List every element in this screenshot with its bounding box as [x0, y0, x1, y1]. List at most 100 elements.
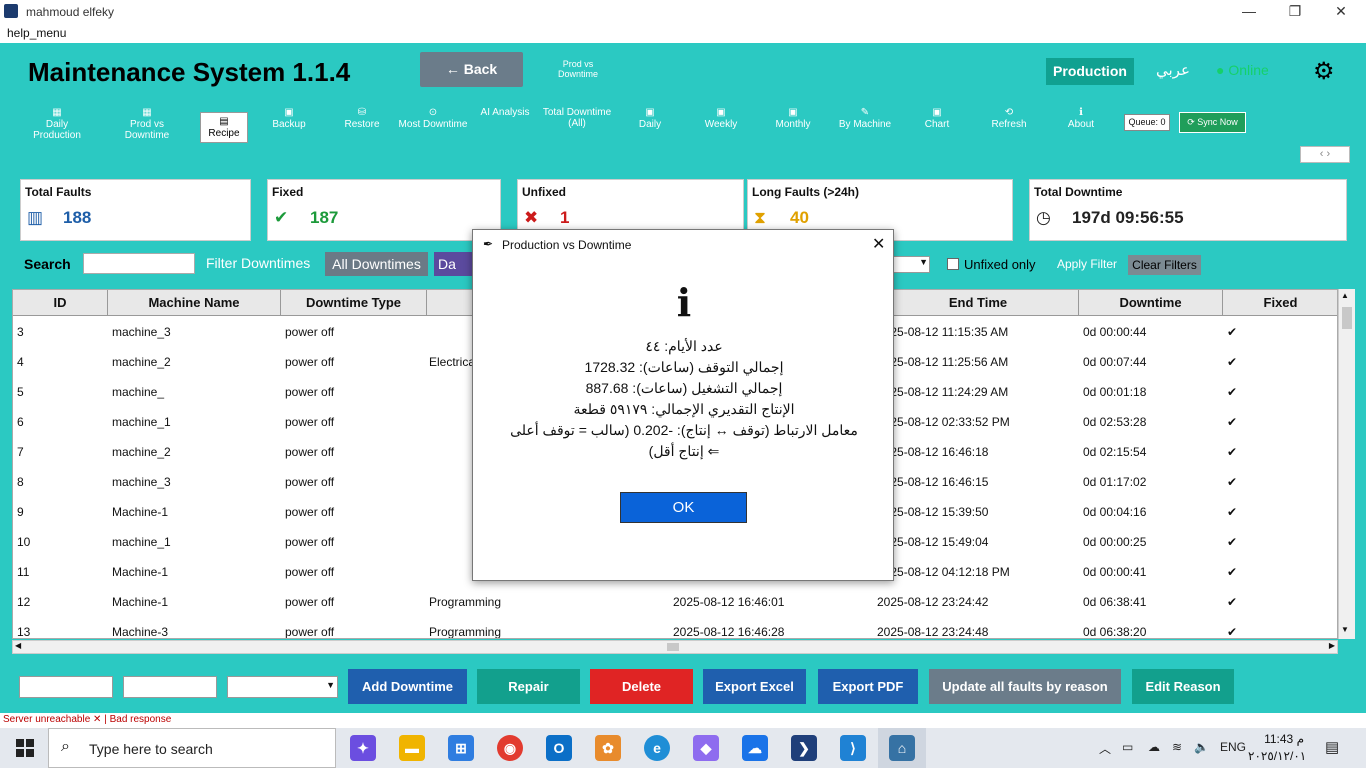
restore-button[interactable]: ❐ [1272, 0, 1318, 24]
table-cell: power off [285, 475, 335, 489]
vertical-scrollbar[interactable]: ▲ ▼ [1338, 289, 1355, 639]
production-button[interactable]: Production [1046, 58, 1134, 85]
table-cell: 0d 00:07:44 [1083, 355, 1147, 369]
toolbar-about[interactable]: ℹ About [1046, 107, 1116, 130]
notification-icon[interactable]: ▤ [1325, 738, 1339, 756]
table-cell: Programming [429, 595, 502, 609]
vscode-icon[interactable]: ⟩ [840, 735, 866, 761]
search-input[interactable] [83, 253, 195, 274]
outlook-icon[interactable]: O [546, 735, 572, 761]
toolbar-refresh[interactable]: ⟲ Refresh [974, 107, 1044, 130]
table-cell: machine_3 [112, 475, 171, 489]
delete-button[interactable]: Delete [590, 669, 693, 704]
unfixed-only-checkbox[interactable] [947, 258, 959, 270]
toolbar-most-downtime[interactable]: ⊙ Most Downtime [398, 107, 468, 130]
table-header[interactable]: Fixed [1223, 290, 1337, 316]
battery-icon[interactable]: ▭ [1122, 740, 1133, 754]
back-button[interactable]: ← Back [420, 52, 523, 87]
volume-icon[interactable]: 🔈 [1194, 740, 1209, 754]
table-header[interactable]: Machine Name [108, 290, 281, 316]
table-cell: 0d 00:01:18 [1083, 385, 1147, 399]
table-cell: 2025-08-12 23:24:42 [877, 595, 989, 609]
copilot-app-icon[interactable]: ◆ [693, 735, 719, 761]
dialog-close-button[interactable]: ✕ [872, 234, 885, 254]
minimize-button[interactable]: — [1226, 0, 1272, 24]
sync-now-button[interactable]: ⟳ Sync Now [1179, 112, 1246, 133]
wifi-icon[interactable]: ≋ [1172, 740, 1182, 754]
dialog-line: معامل الارتباط (توقف ↔ إنتاج): -0.202 (س… [510, 422, 858, 438]
language-toggle[interactable]: عربي [1156, 61, 1190, 79]
clock-date: ٢٠٢٥/١٢/٠١ [1248, 749, 1307, 763]
stat-card-label: Fixed [272, 185, 304, 199]
table-cell: 7 [17, 445, 24, 459]
toolbar-chart[interactable]: ▣ Chart [902, 107, 972, 130]
toolbar-restore[interactable]: ⛁ Restore [327, 107, 397, 130]
ok-button[interactable]: OK [620, 492, 747, 523]
horizontal-scrollbar[interactable]: ◀ ▶ [12, 640, 1338, 654]
table-header[interactable]: End Time [878, 290, 1079, 316]
add-downtime-button[interactable]: Add Downtime [348, 669, 467, 704]
toolbar-item-icon: ✎ [860, 107, 870, 118]
python-app-active[interactable]: ⌂ [878, 728, 926, 768]
table-header[interactable]: Downtime Type [281, 290, 427, 316]
input-field-2[interactable] [123, 676, 217, 698]
nav-arrows[interactable]: ‹ › [1300, 146, 1350, 163]
table-header[interactable]: ID [13, 290, 108, 316]
window-titlebar: mahmoud elfeky — ❐ ✕ [0, 0, 1366, 24]
app-title: Maintenance System 1.1.4 [28, 57, 351, 87]
export-pdf-button[interactable]: Export PDF [818, 669, 918, 704]
toolbar-prod-vs-downtime[interactable]: ▦ Prod vs Downtime [112, 107, 182, 141]
language-indicator[interactable]: ENG [1220, 740, 1246, 754]
table-row[interactable]: 13 Machine-3 power off Programming 2025-08-1… [13, 617, 1337, 639]
toolbar-recipe[interactable]: ▤ Recipe [200, 112, 248, 143]
taskbar-search[interactable]: ⌕ Type here to search [48, 728, 336, 768]
date-filter-button[interactable]: Da [434, 252, 474, 276]
toolbar-daily-production[interactable]: ▦ Daily Production [22, 107, 92, 141]
update-all-faults-by-reason-button[interactable]: Update all faults by reason [929, 669, 1121, 704]
toolbar-item-label: Prod vs Downtime [124, 119, 170, 141]
photos-icon[interactable]: ✿ [595, 735, 621, 761]
clock-time: 11:43 م [1264, 732, 1304, 746]
toolbar-backup[interactable]: ▣ Backup [254, 107, 324, 130]
toolbar-item-icon: ℹ [1079, 107, 1083, 118]
stat-card-icon: ✔ [274, 208, 289, 227]
edge-icon[interactable]: e [644, 735, 670, 761]
cloud-icon[interactable]: ☁ [1148, 740, 1160, 754]
dropdown-field[interactable]: ▼ [227, 676, 338, 698]
toolbar-monthly[interactable]: ▣ Monthly [758, 107, 828, 130]
toolbar-by-machine[interactable]: ✎ By Machine [830, 107, 900, 130]
filter-dropdown[interactable]: ▼ [890, 256, 930, 273]
toolbar-item-icon: ▣ [932, 107, 942, 118]
input-field-1[interactable] [19, 676, 113, 698]
file-explorer-icon[interactable]: ▬ [399, 735, 425, 761]
repair-button[interactable]: Repair [477, 669, 580, 704]
all-downtimes-button[interactable]: All Downtimes [325, 252, 428, 276]
prod-vs-downtime-link[interactable]: Prod vs Downtime [550, 59, 606, 79]
toolbar-weekly[interactable]: ▣ Weekly [686, 107, 756, 130]
toolbar-item-icon: ⊙ [428, 107, 438, 118]
table-header[interactable]: Downtime [1079, 290, 1223, 316]
stat-card: Total Faults ▥ 188 [20, 179, 251, 241]
close-button[interactable]: ✕ [1318, 0, 1364, 24]
table-row[interactable]: 12 Machine-1 power off Programming 2025-08-1… [13, 587, 1337, 617]
toolbar-ai-analysis[interactable]: AI Analysis [470, 107, 540, 118]
app-icon-2[interactable]: ☁ [742, 735, 768, 761]
gear-icon[interactable]: ⚙ [1313, 57, 1335, 86]
table-cell: 2025-08-12 23:24:48 [877, 625, 989, 639]
table-cell: ✔ [1227, 325, 1238, 339]
help-menu[interactable]: help_menu [7, 26, 66, 40]
clear-filters-button[interactable]: Clear Filters [1128, 255, 1201, 275]
toolbar-total-downtime-all[interactable]: Total Downtime (All) [542, 107, 612, 129]
edit-reason-button[interactable]: Edit Reason [1132, 669, 1234, 704]
toolbar-daily[interactable]: ▣ Daily [615, 107, 685, 130]
info-dialog: ✒ Production vs Downtime ✕ i عدد الأيام:… [472, 229, 894, 581]
powershell-icon[interactable]: ❯ [791, 735, 817, 761]
export-excel-button[interactable]: Export Excel [703, 669, 806, 704]
copilot-icon[interactable]: ✦ [350, 735, 376, 761]
chrome-icon[interactable]: ◉ [497, 735, 523, 761]
windows-start-icon[interactable] [16, 739, 34, 757]
chevron-up-icon[interactable]: ︿ [1099, 740, 1111, 757]
store-icon[interactable]: ⊞ [448, 735, 474, 761]
apply-filter-button[interactable]: Apply Filter [1057, 257, 1117, 271]
table-cell: 2025-08-12 11:25:56 AM [877, 355, 1009, 369]
